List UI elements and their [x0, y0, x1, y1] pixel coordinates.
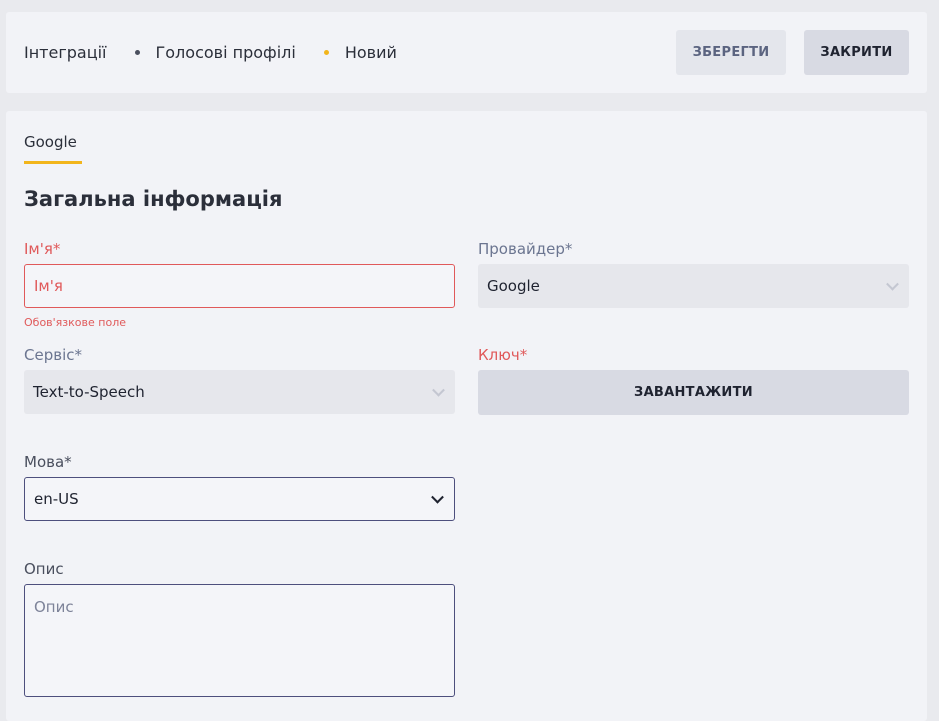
service-value: Text-to-Speech [33, 383, 145, 401]
description-textarea[interactable]: Опис [24, 584, 455, 697]
active-tab-indicator [24, 161, 82, 164]
language-select[interactable]: en-US [24, 477, 455, 521]
breadcrumb-item-integrations[interactable]: Інтеграції [24, 43, 107, 62]
breadcrumb-item-new: Новий [344, 43, 397, 62]
name-placeholder: Ім'я [34, 277, 63, 295]
tab-google[interactable]: Google [24, 133, 77, 151]
top-bar: Інтеграції Голосові профілі Новий ЗБЕРЕГ… [6, 12, 927, 93]
description-label: Опис [24, 560, 64, 578]
provider-value: Google [487, 277, 540, 295]
chevron-down-icon [886, 277, 899, 291]
breadcrumb-item-voice-profiles[interactable]: Голосові профілі [156, 43, 296, 62]
breadcrumb-separator-icon [134, 50, 140, 55]
service-label: Сервіс* [24, 346, 82, 364]
provider-select: Google [478, 264, 909, 308]
form-panel: Google Загальна інформація Ім'я* Ім'я Об… [6, 111, 927, 721]
key-label: Ключ* [478, 346, 528, 364]
chevron-down-icon [432, 383, 445, 397]
name-label: Ім'я* [24, 240, 61, 258]
section-title: Загальна інформація [24, 187, 283, 211]
breadcrumb: Інтеграції Голосові профілі Новий [24, 12, 397, 93]
chevron-down-icon[interactable] [431, 490, 444, 504]
name-error-message: Обов'язкове поле [24, 316, 126, 329]
provider-label: Провайдер* [478, 240, 573, 258]
service-select: Text-to-Speech [24, 370, 455, 414]
description-placeholder: Опис [34, 598, 74, 616]
save-button[interactable]: ЗБЕРЕГТИ [676, 30, 786, 75]
upload-key-button[interactable]: ЗАВАНТАЖИТИ [478, 370, 909, 415]
language-label: Мова* [24, 453, 72, 471]
name-input[interactable]: Ім'я [24, 264, 455, 308]
breadcrumb-separator-icon [323, 50, 329, 55]
language-value: en-US [34, 490, 79, 508]
close-button[interactable]: ЗАКРИТИ [804, 30, 909, 75]
